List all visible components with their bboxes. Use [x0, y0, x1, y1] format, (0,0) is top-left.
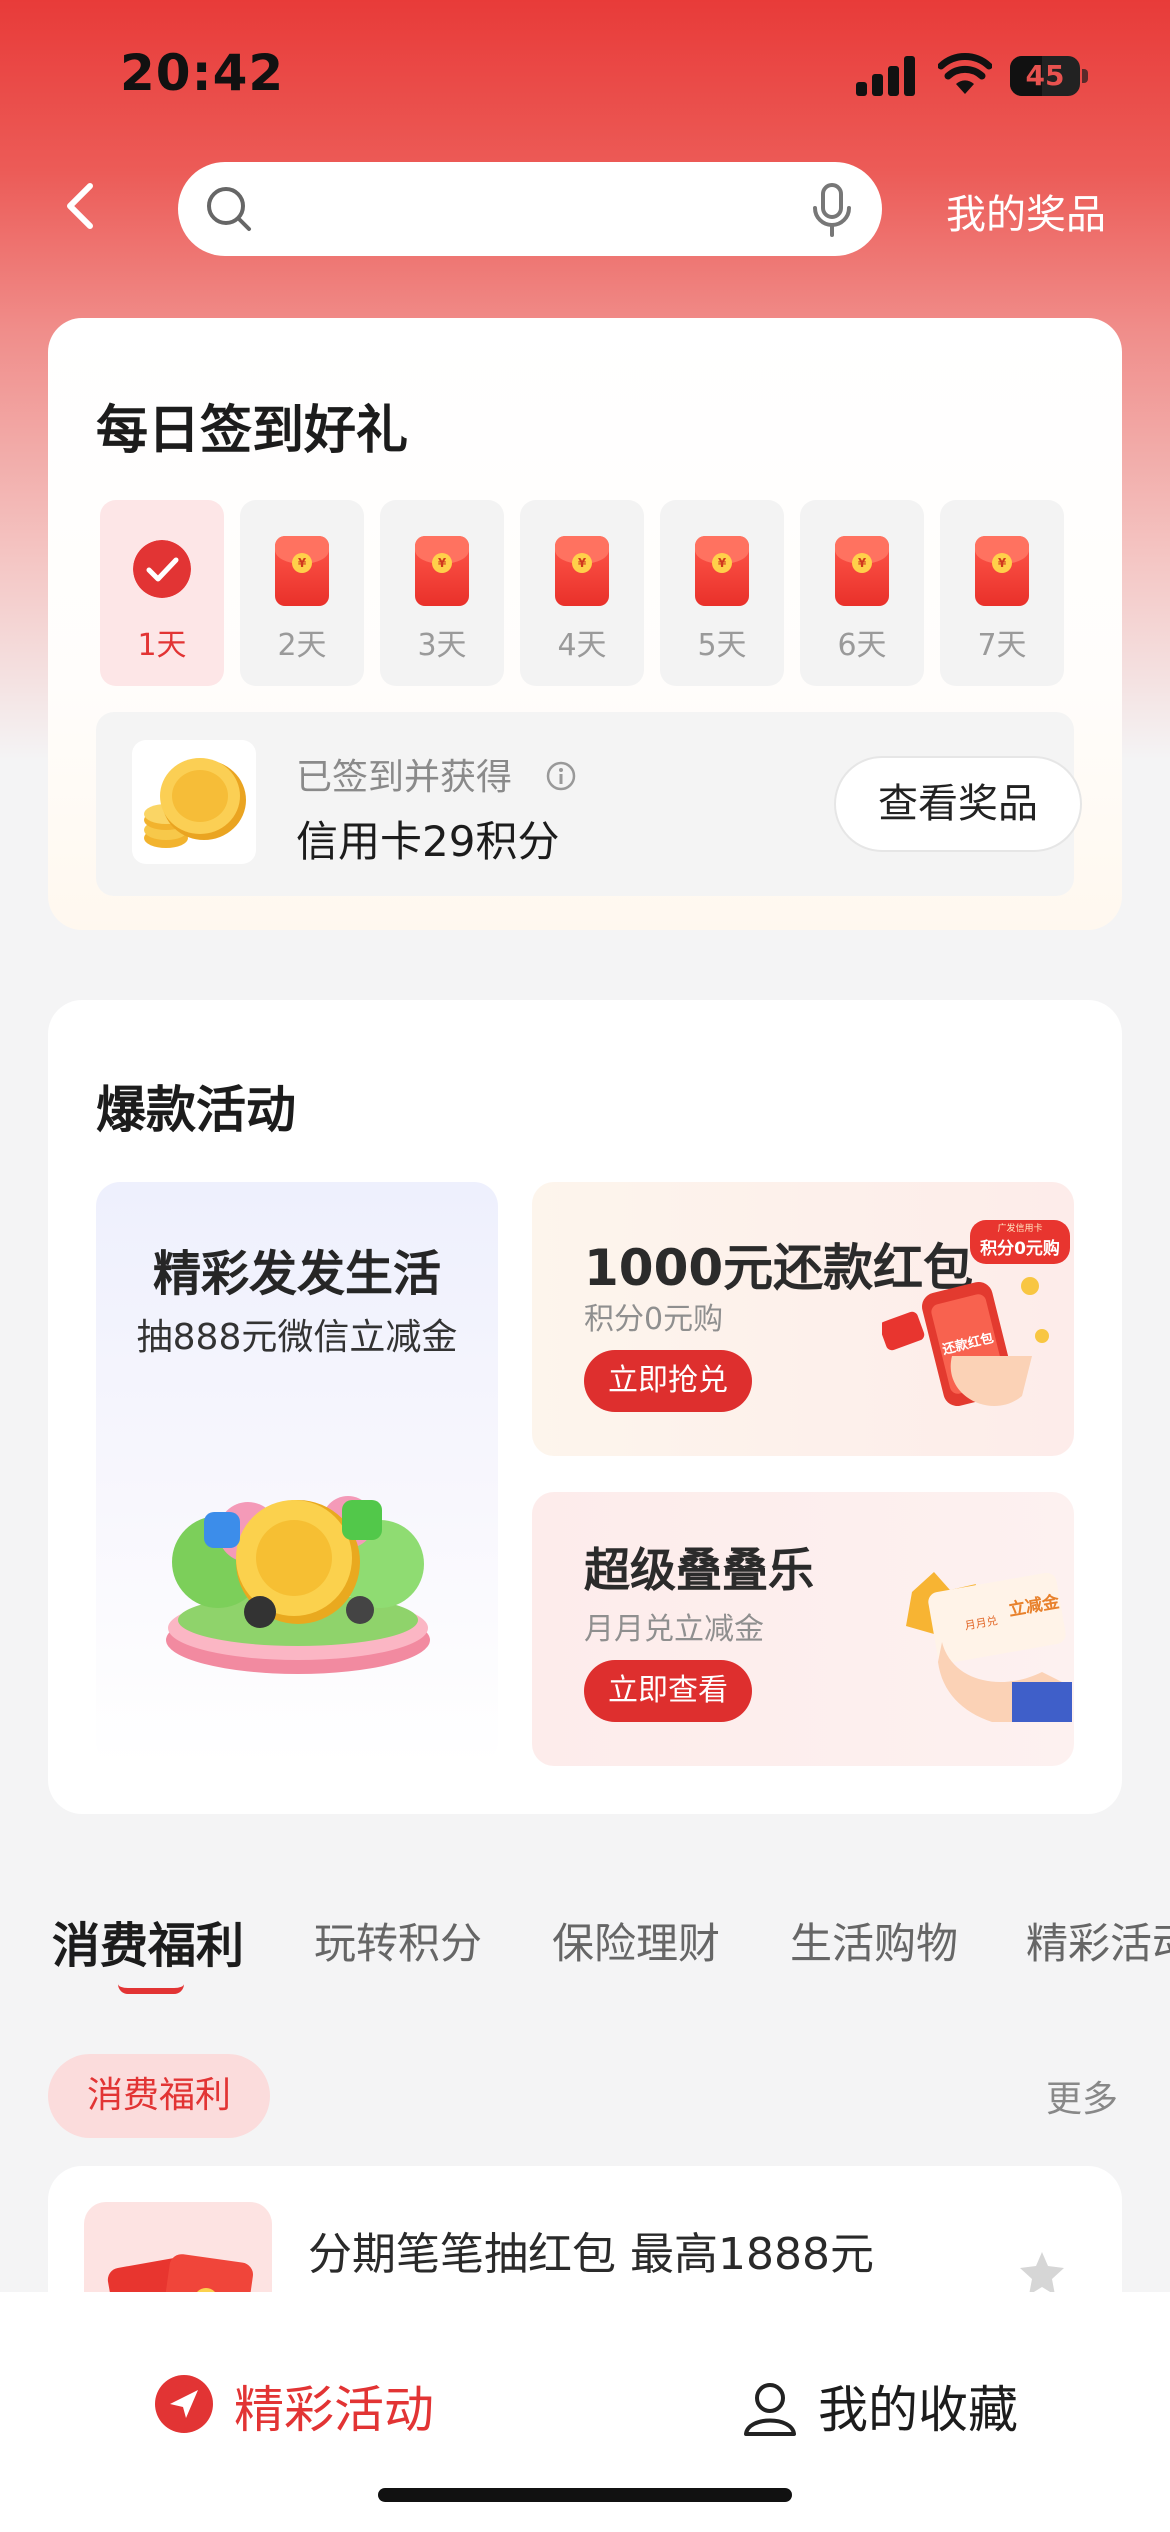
red-envelope-icon: ¥ — [555, 536, 609, 606]
list-item-title: 分期笔笔抽红包 最高1888元 — [308, 2229, 874, 2280]
search-input[interactable] — [274, 182, 774, 236]
promo-subtitle: 积分0元购 — [584, 1302, 724, 1337]
red-envelope-icon: ¥ — [835, 536, 889, 606]
tab-points[interactable]: 玩转积分 — [314, 1910, 482, 1971]
promo-subtitle: 月月兑立减金 — [584, 1612, 764, 1647]
checkin-day-3[interactable]: ¥ 3天 — [380, 500, 504, 686]
tab-insurance-finance[interactable]: 保险理财 — [552, 1910, 720, 1971]
bottom-tab-activities[interactable]: 精彩活动 — [152, 2370, 452, 2440]
grab-exchange-button[interactable]: 立即抢兑 — [584, 1350, 752, 1412]
category-tabs: 消费福利 玩转积分 保险理财 生活购物 精彩活动 — [0, 1900, 1170, 2010]
status-time: 20:42 — [120, 44, 285, 102]
gold-coin-island-illustration — [166, 1496, 430, 1674]
activities-title: 爆款活动 — [96, 1081, 296, 1139]
day-label: 3天 — [417, 628, 467, 663]
hot-activities-card: 爆款活动 精彩发发生活 抽888元微信立减金 1000元还款红包 积分0元购 立… — [48, 1000, 1122, 1814]
battery-level: 45 — [1025, 59, 1065, 92]
view-prizes-button[interactable]: 查看奖品 — [834, 756, 1082, 852]
red-envelope-icon: ¥ — [975, 536, 1029, 606]
badge-top-text: 广发信用卡 — [997, 1222, 1042, 1234]
checkin-day-6[interactable]: ¥ 6天 — [800, 500, 924, 686]
bottom-tab-label: 精彩活动 — [234, 2381, 434, 2439]
checkin-day-2[interactable]: ¥ 2天 — [240, 500, 364, 686]
gold-coin-image — [132, 740, 256, 864]
day-label: 4天 — [557, 628, 607, 663]
activity-tile-life[interactable]: 精彩发发生活 抽888元微信立减金 — [96, 1182, 498, 1766]
signal-icon — [856, 56, 916, 96]
more-link[interactable]: 更多 — [1046, 2070, 1118, 2122]
day-label: 6天 — [837, 628, 887, 663]
red-envelope-icon: ¥ — [415, 536, 469, 606]
checkin-day-1[interactable]: 1天 — [100, 500, 224, 686]
daily-checkin-card: 每日签到好礼 1天 ¥ 2天 ¥ 3天 ¥ 4天 ¥ 5天 ¥ 6天 ¥ 7天 — [48, 318, 1122, 930]
checkin-title: 每日签到好礼 — [96, 401, 409, 461]
checkmark-icon — [133, 540, 191, 598]
back-icon[interactable] — [52, 176, 112, 236]
reward-amount: 信用卡29积分 — [296, 817, 560, 866]
activity-tile-subtitle: 抽888元微信立减金 — [136, 1317, 458, 1358]
view-now-button[interactable]: 立即查看 — [584, 1660, 752, 1722]
checkin-day-4[interactable]: ¥ 4天 — [520, 500, 644, 686]
reward-status-text: 已签到并获得 — [296, 757, 513, 798]
tab-life-shopping[interactable]: 生活购物 — [790, 1910, 958, 1971]
wifi-icon — [938, 53, 992, 94]
coupon-hand-illustration: 月月兑 立减金 — [906, 1572, 1072, 1722]
day-label: 1天 — [137, 628, 187, 663]
active-tab-indicator — [118, 1984, 184, 1994]
day-label: 5天 — [697, 628, 747, 663]
badge-text: 积分0元购 — [980, 1238, 1060, 1259]
reward-status-line: 已签到并获得 — [296, 748, 577, 800]
day-label: 7天 — [977, 628, 1027, 663]
status-bar: 20:42 45 — [0, 0, 1170, 150]
user-icon — [744, 2383, 796, 2436]
search-icon — [207, 187, 251, 231]
red-envelope-icon: ¥ — [275, 536, 329, 606]
bottom-tab-label: 我的收藏 — [818, 2381, 1018, 2439]
info-icon[interactable] — [545, 760, 577, 792]
promo-super-stack[interactable]: 超级叠叠乐 月月兑立减金 立即查看 月月兑 立减金 — [532, 1492, 1074, 1766]
activity-tile-title: 精彩发发生活 — [152, 1246, 441, 1302]
red-envelope-icon: ¥ — [695, 536, 749, 606]
checkin-day-7[interactable]: ¥ 7天 — [940, 500, 1064, 686]
battery-icon: 45 — [1010, 56, 1088, 96]
phone-red-packet-illustration: 广发信用卡 积分0元购 还款红包 — [882, 1220, 1070, 1407]
day-label: 2天 — [277, 628, 327, 663]
microphone-icon[interactable] — [808, 182, 856, 238]
navigation-arrow-icon — [155, 2375, 213, 2433]
home-indicator — [378, 2488, 792, 2502]
checkin-day-5[interactable]: ¥ 5天 — [660, 500, 784, 686]
tab-consumer-benefits[interactable]: 消费福利 — [52, 1906, 244, 1976]
bottom-tab-favorites[interactable]: 我的收藏 — [736, 2370, 1036, 2440]
my-prizes-link[interactable]: 我的奖品 — [946, 182, 1106, 240]
tab-featured-activities[interactable]: 精彩活动 — [1026, 1910, 1170, 1971]
search-bar[interactable] — [178, 162, 882, 256]
promo-repayment-red-packet[interactable]: 1000元还款红包 积分0元购 立即抢兑 广发信用卡 积分0元购 还款红包 — [532, 1182, 1074, 1456]
reward-summary: 已签到并获得 信用卡29积分 查看奖品 — [96, 712, 1082, 896]
section-chip: 消费福利 — [48, 2054, 270, 2138]
promo-title: 超级叠叠乐 — [584, 1543, 814, 1597]
